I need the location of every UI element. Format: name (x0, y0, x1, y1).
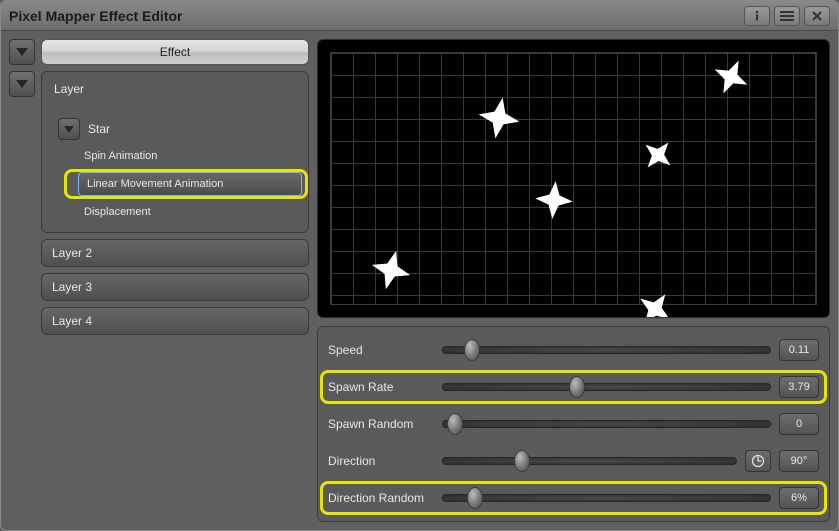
direction-clock-button[interactable] (745, 450, 771, 472)
parameter-slider[interactable] (442, 380, 771, 394)
parameter-row: Spawn Rate 3.79 (328, 374, 819, 400)
star-shape (711, 57, 751, 97)
slider-thumb[interactable] (447, 413, 463, 435)
slider-thumb[interactable] (569, 376, 585, 398)
chevron-down-icon (16, 80, 28, 88)
layer-tree: Star Spin Animation Linear Movement Anima… (58, 114, 300, 224)
info-button[interactable] (744, 6, 770, 26)
parameter-slider[interactable] (442, 417, 771, 431)
tree-node-label[interactable]: Star (88, 122, 110, 136)
tree-item-selected[interactable]: Linear Movement Animation (78, 172, 302, 196)
star-shape (369, 248, 413, 292)
parameter-row: Direction Random 6% (328, 485, 819, 511)
titlebar: Pixel Mapper Effect Editor (1, 1, 838, 31)
layer-panel: Layer Star Spin Animation Linear Movement… (41, 71, 309, 233)
parameter-slider[interactable] (442, 454, 737, 468)
main-area: Speed 0.11 Spawn Rate 3.79 Spawn Random 0 Dire… (317, 39, 830, 522)
close-button[interactable] (804, 6, 830, 26)
star-shape (476, 95, 522, 141)
parameter-value[interactable]: 0.11 (779, 339, 819, 361)
tree-node-toggle[interactable] (58, 118, 80, 140)
slider-track (442, 383, 771, 391)
parameter-row: Spawn Random 0 (328, 411, 819, 437)
parameter-value[interactable]: 3.79 (779, 376, 819, 398)
slider-thumb[interactable] (467, 487, 483, 509)
tree-item[interactable]: Spin Animation (80, 144, 300, 168)
parameter-value[interactable]: 90° (779, 450, 819, 472)
parameter-panel: Speed 0.11 Spawn Rate 3.79 Spawn Random 0 Dire… (317, 326, 830, 522)
star-shape (640, 137, 676, 173)
layer-button[interactable]: Layer 2 (41, 239, 309, 267)
parameter-row: Direction 90° (328, 448, 819, 474)
layer-button[interactable]: Layer 4 (41, 307, 309, 335)
parameter-label: Speed (328, 343, 434, 357)
preview-canvas (317, 39, 830, 318)
chevron-down-icon (16, 48, 28, 56)
menu-button[interactable] (774, 6, 800, 26)
slider-track (442, 494, 771, 502)
layer-button[interactable]: Layer 3 (41, 273, 309, 301)
content-area: Effect Layer Star Spin Animation Linear M… (1, 31, 838, 530)
parameter-label: Spawn Random (328, 417, 434, 431)
layer-panel-header: Layer (54, 82, 300, 96)
tree-item[interactable]: Displacement (80, 200, 300, 224)
star-shape (635, 289, 675, 318)
slider-track (442, 420, 771, 428)
effect-button[interactable]: Effect (41, 39, 309, 65)
sidebar: Effect Layer Star Spin Animation Linear M… (9, 39, 309, 522)
parameter-slider[interactable] (442, 491, 771, 505)
window-title: Pixel Mapper Effect Editor (9, 8, 740, 24)
parameter-label: Spawn Rate (328, 380, 434, 394)
parameter-label: Direction (328, 454, 434, 468)
parameter-value[interactable]: 6% (779, 487, 819, 509)
chevron-down-icon (64, 126, 74, 133)
parameter-row: Speed 0.11 (328, 337, 819, 363)
layer-collapse-toggle[interactable] (9, 71, 35, 97)
parameter-label: Direction Random (328, 491, 434, 505)
star-shape (533, 179, 575, 221)
slider-track (442, 457, 737, 465)
effect-collapse-toggle[interactable] (9, 39, 35, 65)
parameter-value[interactable]: 0 (779, 413, 819, 435)
parameter-slider[interactable] (442, 343, 771, 357)
app-window: Pixel Mapper Effect Editor Effect Layer (0, 0, 839, 531)
slider-thumb[interactable] (514, 450, 530, 472)
slider-track (442, 346, 771, 354)
slider-thumb[interactable] (464, 339, 480, 361)
